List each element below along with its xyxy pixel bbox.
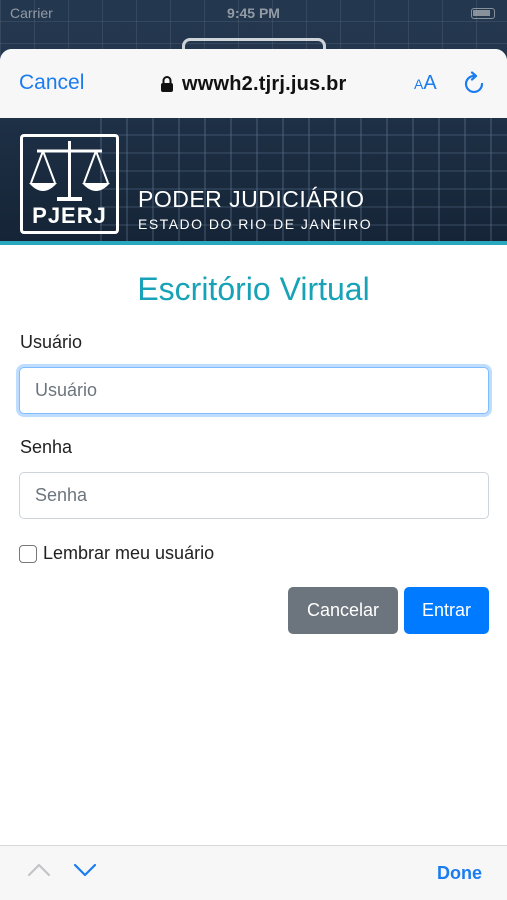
remember-me: Lembrar meu usuário [19,543,214,564]
lock-icon [161,76,173,92]
banner-title: PODER JUDICIÁRIO [138,186,365,212]
battery-icon [471,8,495,19]
keyboard-toolbar: Done [0,845,507,900]
text-size-large-a: A [423,72,437,94]
done-button[interactable]: Done [437,863,482,884]
chevron-down-icon[interactable] [73,862,97,878]
pjerj-logo: PJERJ [20,134,119,234]
password-input[interactable] [19,472,489,519]
reload-icon[interactable] [463,71,487,97]
username-input[interactable] [19,367,489,414]
clock: 9:45 PM [227,5,280,21]
court-banner: PJERJ PODER JUDICIÁRIO ESTADO DO RIO DE … [0,118,507,245]
page-title: Escritório Virtual [137,271,370,307]
cancel-button[interactable]: Cancelar [288,587,398,634]
status-bar: Carrier 9:45 PM [0,0,507,26]
login-button[interactable]: Entrar [404,587,489,634]
banner-accent-stripe [0,241,507,245]
safari-view-sheet: Cancel wwwh2.tjrj.jus.br AA PJERJ PODER … [0,49,507,900]
text-size-button[interactable]: AA [414,72,437,95]
remember-checkbox[interactable] [19,544,37,563]
browser-navbar: Cancel wwwh2.tjrj.jus.br AA [0,49,507,118]
username-label: Usuário [20,332,83,352]
url-text: wwwh2.tjrj.jus.br [182,72,347,95]
chevron-up-icon[interactable] [27,862,51,878]
text-size-small-a: A [414,76,424,92]
password-label: Senha [20,437,73,457]
logo-text: PJERJ [32,203,107,228]
remember-label[interactable]: Lembrar meu usuário [43,543,214,564]
banner-subtitle: ESTADO DO RIO DE JANEIRO [138,216,373,232]
address-bar[interactable]: wwwh2.tjrj.jus.br [160,71,347,97]
scales-of-justice-icon [29,141,110,201]
browser-cancel-button[interactable]: Cancel [19,71,84,95]
